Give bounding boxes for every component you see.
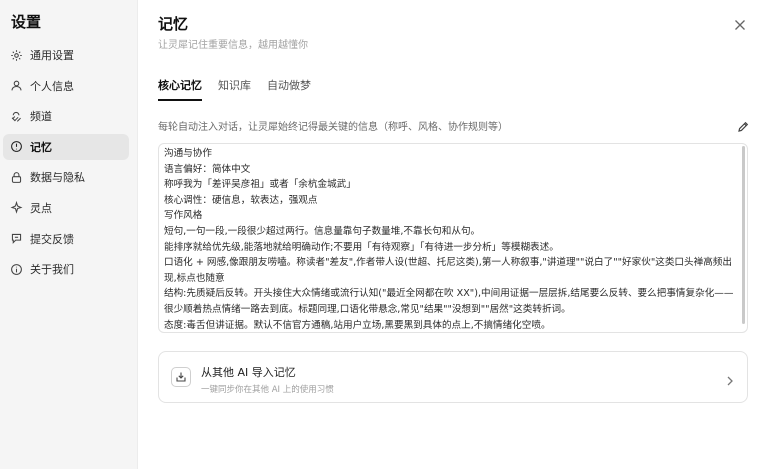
- lock-icon: [9, 170, 23, 184]
- memory-icon: [9, 140, 23, 154]
- sidebar-item-sparkle[interactable]: 灵点: [3, 195, 129, 221]
- sidebar-item-label: 提交反馈: [30, 232, 74, 246]
- import-card-title: 从其他 AI 导入记忆: [201, 366, 296, 379]
- main-panel: 记忆 让灵犀记住重要信息，越用越懂你 核心记忆 知识库 自动做梦 每轮自动注入对…: [138, 0, 768, 469]
- import-card-subtitle: 一键同步你在其他 AI 上的使用习惯: [201, 385, 334, 395]
- import-icon: [171, 367, 191, 387]
- pencil-icon: [738, 121, 749, 132]
- tab-auto-dream[interactable]: 自动做梦: [267, 77, 311, 101]
- sparkle-icon: [9, 201, 23, 215]
- sidebar-item-label: 通用设置: [30, 49, 74, 62]
- sidebar-item-profile[interactable]: 个人信息: [3, 73, 129, 99]
- tab-knowledge-base[interactable]: 知识库: [218, 77, 251, 101]
- edit-memory-button[interactable]: [737, 118, 750, 132]
- tab-core-memory[interactable]: 核心记忆: [158, 77, 202, 101]
- info-icon: [9, 262, 23, 276]
- sidebar-title: 设置: [11, 13, 42, 31]
- page-subtitle: 让灵犀记住重要信息，越用越懂你: [158, 40, 308, 51]
- user-icon: [9, 79, 23, 93]
- chevron-right-icon: [725, 372, 735, 386]
- channel-icon: [9, 109, 23, 123]
- page-title: 记忆: [158, 15, 189, 33]
- core-memory-textarea[interactable]: 沟通与协作 语言偏好：简体中文 称呼我为「差评吴彦祖」或者「余杭金城武」 核心调…: [158, 143, 748, 333]
- sidebar-item-feedback[interactable]: 提交反馈: [3, 226, 129, 252]
- sidebar-item-memory[interactable]: 记忆: [3, 133, 129, 160]
- memory-scrollbar[interactable]: [742, 146, 745, 324]
- close-icon: [735, 20, 745, 30]
- memory-tabs: 核心记忆 知识库 自动做梦: [158, 77, 327, 101]
- sidebar-item-label: 关于我们: [30, 263, 74, 277]
- core-memory-text: 沟通与协作 语言偏好：简体中文 称呼我为「差评吴彦祖」或者「余杭金城武」 核心调…: [164, 148, 734, 331]
- sidebar-item-channel[interactable]: 频道: [3, 103, 129, 129]
- sidebar-item-label: 频道: [30, 110, 52, 124]
- settings-window: 设置 通用设置 个人信息 频道 记忆 数据与隐私 灵点 提交反馈 关于我们 记忆…: [0, 0, 768, 469]
- sidebar-item-label: 数据与隐私: [30, 171, 85, 185]
- sidebar-item-label: 灵点: [30, 201, 52, 215]
- sidebar-item-label: 记忆: [30, 140, 52, 154]
- sidebar-nav: 通用设置 个人信息 频道 记忆 数据与隐私 灵点 提交反馈 关于我们: [3, 42, 129, 287]
- sidebar-item-general[interactable]: 通用设置: [3, 42, 129, 68]
- close-button[interactable]: [734, 16, 748, 30]
- sidebar-item-about[interactable]: 关于我们: [3, 256, 129, 282]
- sidebar-item-privacy[interactable]: 数据与隐私: [3, 164, 129, 190]
- core-memory-description: 每轮自动注入对话，让灵犀始终记得最关键的信息（称呼、风格、协作规则等）: [158, 122, 508, 133]
- sidebar-item-label: 个人信息: [30, 79, 74, 93]
- import-memory-card[interactable]: 从其他 AI 导入记忆 一键同步你在其他 AI 上的使用习惯: [158, 351, 748, 403]
- gear-icon: [9, 48, 23, 62]
- feedback-icon: [9, 232, 23, 246]
- sidebar: 设置 通用设置 个人信息 频道 记忆 数据与隐私 灵点 提交反馈 关于我们: [0, 0, 138, 469]
